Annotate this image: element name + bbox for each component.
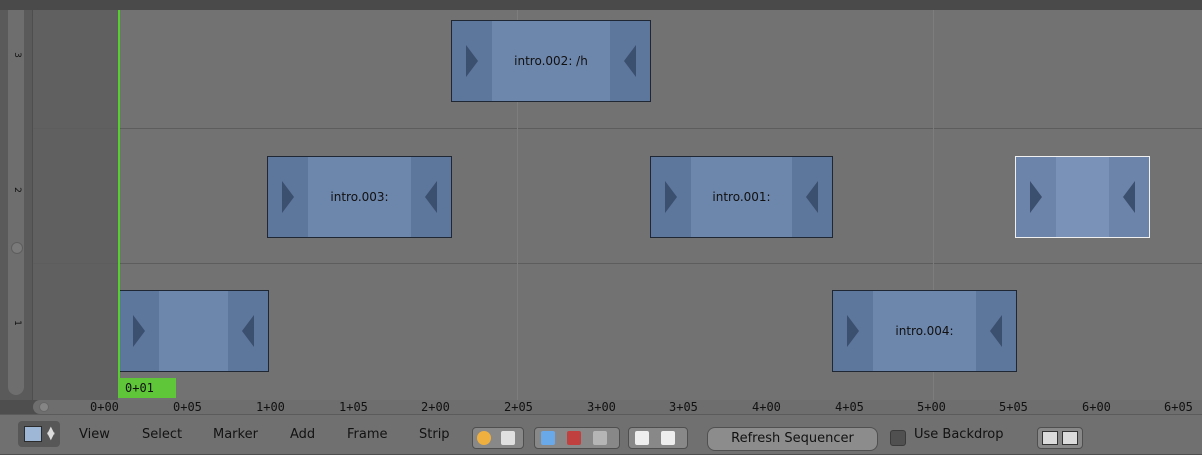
playhead-line[interactable] — [118, 10, 120, 398]
strip-left-handle[interactable] — [119, 291, 159, 371]
channel-scrollbar[interactable] — [0, 10, 32, 400]
clapperboard-icon[interactable] — [1062, 431, 1078, 445]
copy-icon[interactable] — [635, 431, 649, 445]
strip-left-handle[interactable] — [1016, 157, 1056, 237]
sequence-strip[interactable]: intro.001: — [650, 156, 833, 238]
ruler-tick: 3+05 — [669, 400, 698, 414]
strip-label: intro.002: /h — [514, 54, 588, 68]
camera-render-icon[interactable] — [1042, 431, 1058, 445]
sequencer-timeline[interactable]: intro.002: /h intro.003: intro.001: intr… — [33, 10, 1202, 400]
sequence-strip[interactable] — [118, 290, 269, 372]
ruler-tick: 3+00 — [587, 400, 616, 414]
ruler-tick: 1+00 — [256, 400, 285, 414]
sequence-strip[interactable]: intro.002: /h — [451, 20, 651, 102]
ruler-tick: 6+05 — [1164, 400, 1193, 414]
triangle-right-icon — [1030, 181, 1042, 213]
display-mode-buttons — [534, 427, 620, 449]
ruler-tick: 5+00 — [917, 400, 946, 414]
ruler-tick: 0+00 — [90, 400, 119, 414]
menu-marker[interactable]: Marker — [213, 415, 258, 455]
channel-scroll-track[interactable] — [8, 10, 24, 395]
sequence-strip[interactable]: intro.003: — [267, 156, 452, 238]
strip-right-handle[interactable] — [1109, 157, 1149, 237]
editor-type-button[interactable]: ▲ ▼ — [18, 421, 60, 447]
sequencer-editor-icon — [24, 426, 42, 442]
channel-label-3: 3 — [12, 52, 22, 58]
triangle-left-icon — [242, 315, 254, 347]
strip-label: intro.003: — [330, 190, 389, 204]
use-backdrop-checkbox[interactable] — [890, 430, 906, 446]
ruler-tick: 5+05 — [999, 400, 1028, 414]
channel-divider — [33, 263, 1202, 264]
sequence-strip-selected[interactable] — [1015, 156, 1150, 238]
updown-arrows-icon: ▲ ▼ — [47, 425, 55, 442]
menu-frame[interactable]: Frame — [347, 415, 388, 455]
paste-icon[interactable] — [661, 431, 675, 445]
menu-strip[interactable]: Strip — [419, 415, 450, 455]
preroll-shade — [33, 10, 118, 400]
sequencer-preview-icon[interactable] — [593, 431, 607, 445]
preview-view-icon[interactable] — [567, 431, 581, 445]
copy-paste-buttons — [628, 427, 688, 449]
ruler-tick: 4+00 — [752, 400, 781, 414]
menu-add[interactable]: Add — [290, 415, 315, 455]
ruler-tick: 4+05 — [835, 400, 864, 414]
clock-icon[interactable] — [477, 431, 491, 445]
channel-divider — [33, 128, 1202, 129]
strip-label: intro.001: — [712, 190, 771, 204]
time-ruler[interactable]: 0+00 0+05 1+00 1+05 2+00 2+05 3+00 3+05 … — [0, 400, 1202, 414]
triangle-right-icon — [133, 315, 145, 347]
sequence-strip[interactable]: intro.004: — [832, 290, 1017, 372]
channel-scroll-handle[interactable] — [11, 242, 23, 254]
ruler-tick: 6+00 — [1082, 400, 1111, 414]
render-buttons — [1037, 427, 1083, 449]
triangle-left-icon — [1123, 181, 1135, 213]
lock-icon[interactable] — [501, 431, 515, 445]
strip-right-handle[interactable] — [228, 291, 268, 371]
channel-label-2: 2 — [12, 187, 22, 193]
menu-view[interactable]: View — [79, 415, 110, 455]
ruler-tick: 2+05 — [504, 400, 533, 414]
sequencer-header: ▲ ▼ View Select Marker Add Frame Strip Re… — [0, 414, 1202, 454]
current-frame-indicator[interactable]: 0+01 — [118, 378, 176, 398]
ruler-tick: 1+05 — [339, 400, 368, 414]
menu-select[interactable]: Select — [142, 415, 182, 455]
top-strip — [0, 0, 1202, 10]
use-backdrop-label: Use Backdrop — [914, 427, 1004, 442]
sequencer-view-icon[interactable] — [541, 431, 555, 445]
view-type-buttons — [472, 427, 524, 449]
ruler-tick: 0+05 — [173, 400, 202, 414]
strip-label: intro.004: — [895, 324, 954, 338]
refresh-sequencer-button[interactable]: Refresh Sequencer — [707, 427, 878, 451]
channel-label-1: 1 — [12, 320, 22, 326]
ruler-tick: 2+00 — [421, 400, 450, 414]
